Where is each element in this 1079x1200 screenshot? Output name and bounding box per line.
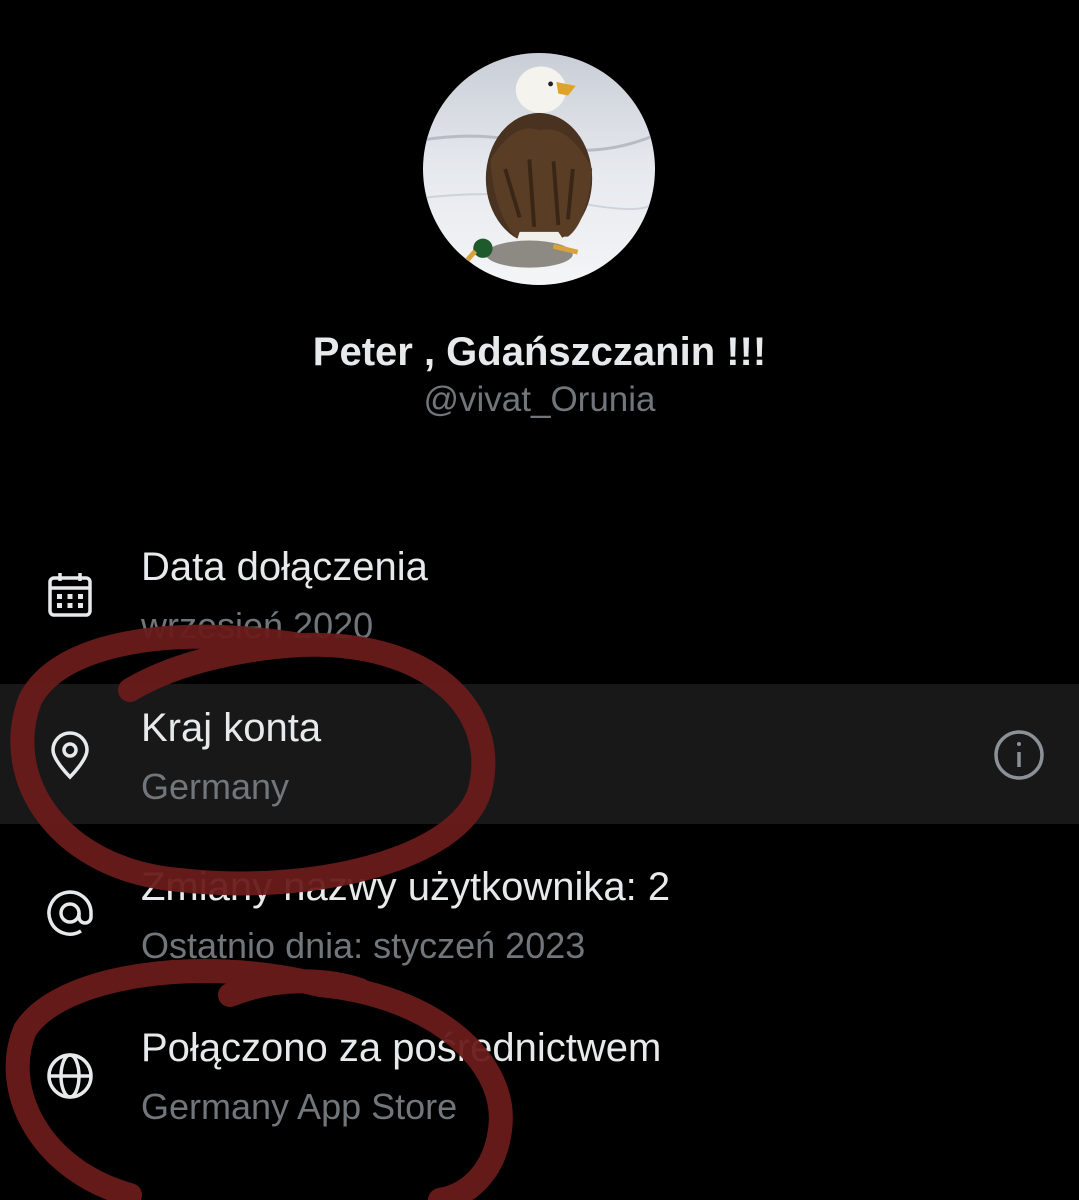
display-name: Peter , Gdańszczanin !!! <box>312 330 767 374</box>
detail-label: Data dołączenia <box>141 545 428 589</box>
location-pin-icon <box>44 730 96 782</box>
detail-value: Germany <box>141 766 290 807</box>
info-icon[interactable] <box>992 728 1046 782</box>
user-handle: @vivat_Orunia <box>423 380 656 419</box>
globe-icon <box>44 1050 96 1102</box>
detail-row-join-date: Data dołączenia wrzesień 2020 <box>0 523 1079 663</box>
detail-value: Germany App Store <box>141 1086 458 1127</box>
eagle-avatar-image <box>423 53 655 285</box>
detail-row-account-country[interactable]: Kraj konta Germany <box>0 684 1079 824</box>
calendar-icon <box>44 569 96 621</box>
detail-row-username-changes: Zmiany nazwy użytkownika: 2 Ostatnio dni… <box>0 843 1079 983</box>
at-sign-icon <box>44 887 96 939</box>
detail-label: Połączono za pośrednictwem <box>141 1026 662 1070</box>
detail-value: wrzesień 2020 <box>141 605 374 646</box>
detail-row-connected-via: Połączono za pośrednictwem Germany App S… <box>0 1004 1079 1144</box>
avatar[interactable] <box>419 49 659 289</box>
detail-value: Ostatnio dnia: styczeń 2023 <box>141 925 586 966</box>
detail-label: Zmiany nazwy użytkownika: 2 <box>141 865 671 909</box>
detail-label: Kraj konta <box>141 706 322 750</box>
